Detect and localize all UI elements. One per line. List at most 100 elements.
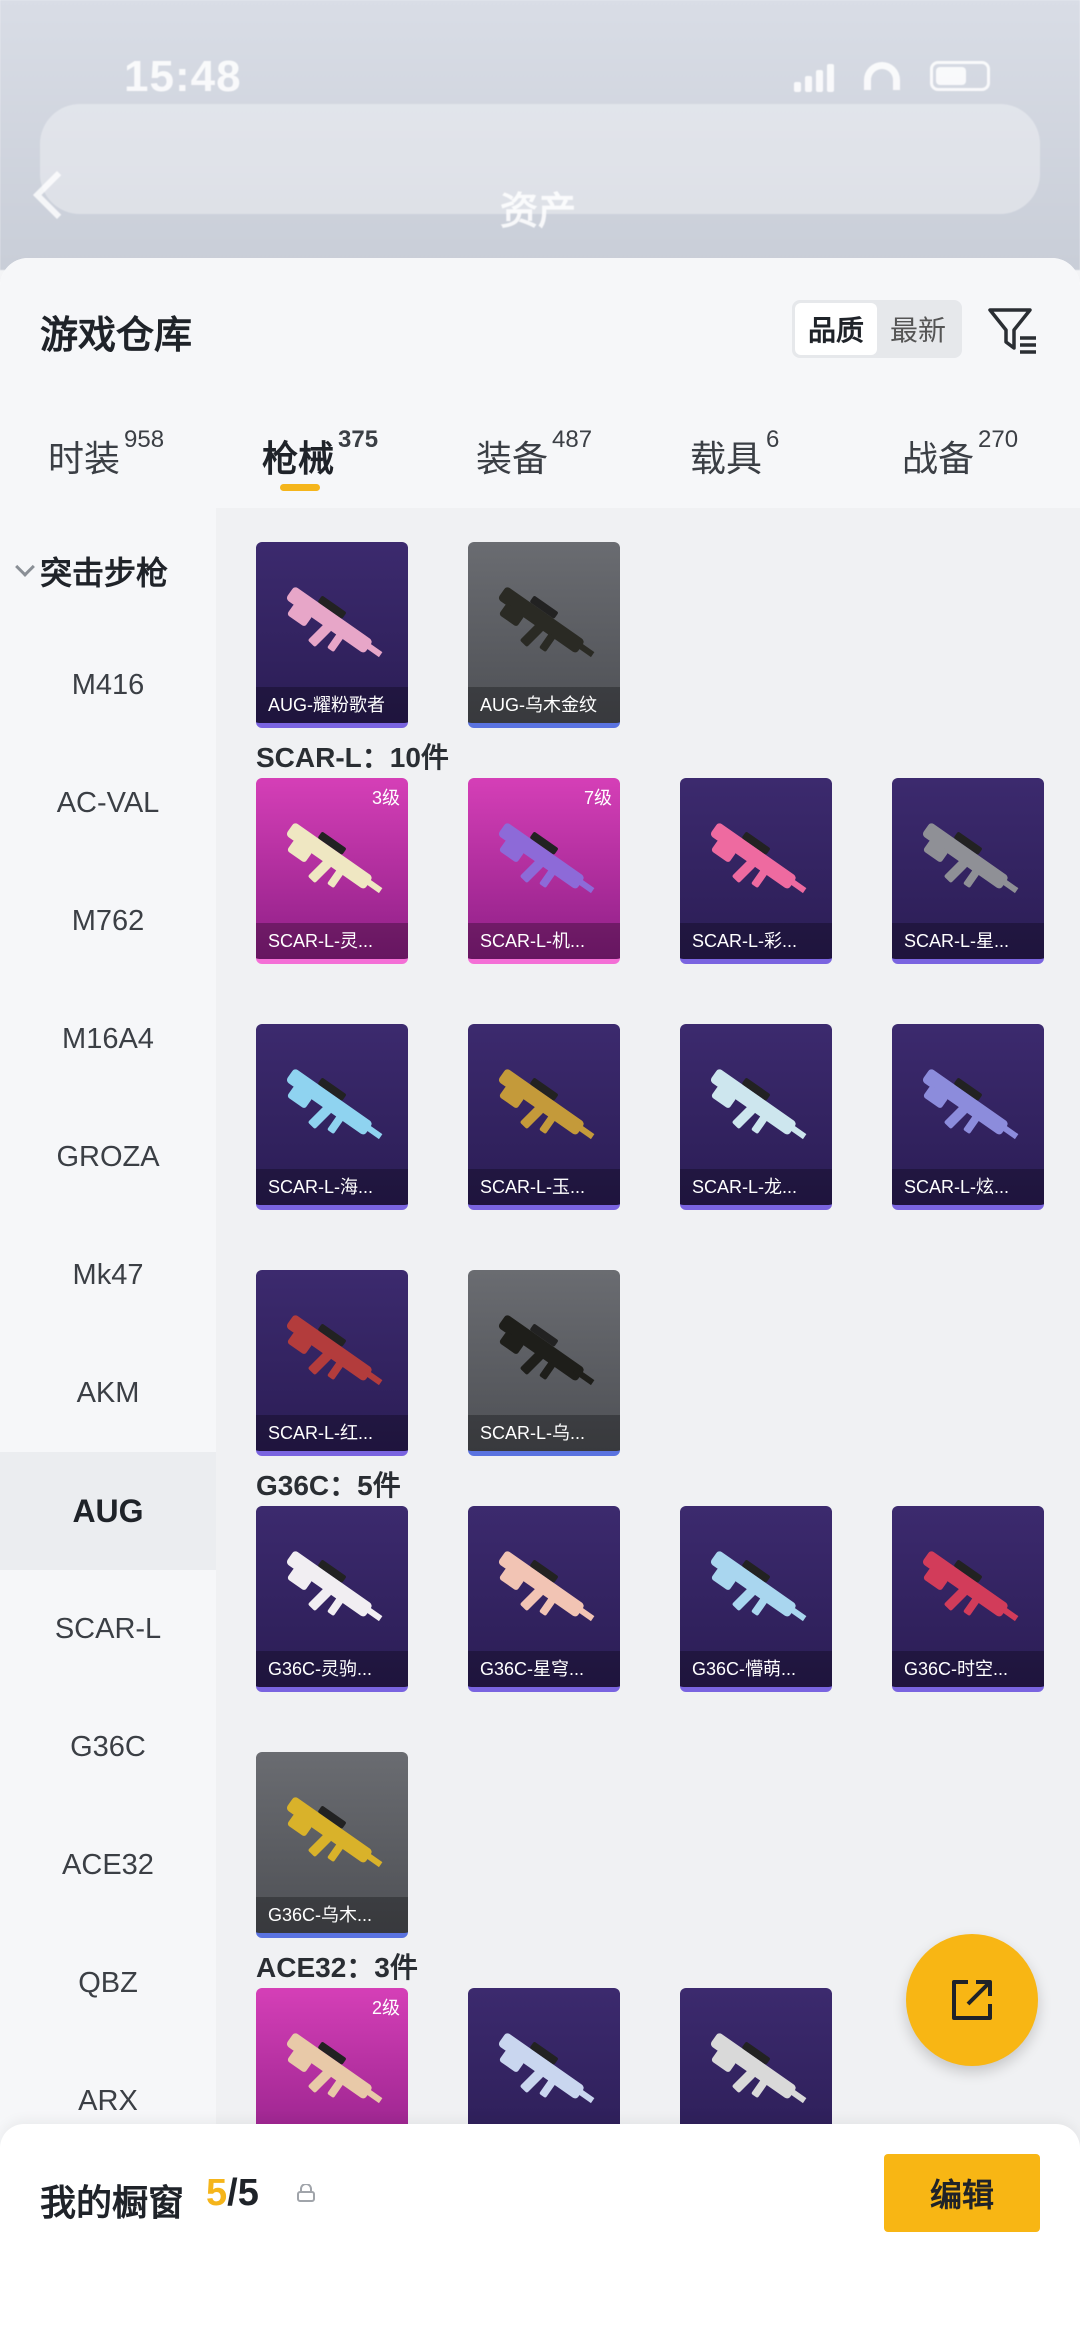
sort-newest-button[interactable]: 最新 xyxy=(877,303,959,355)
showcase-count: 5/5 xyxy=(206,2172,259,2214)
weapon-card[interactable]: G36C-懵萌... xyxy=(680,1506,832,1692)
gun-skin-icon xyxy=(498,2033,595,2104)
group-title: SCAR-L：10件 xyxy=(256,742,449,773)
gun-skin-icon xyxy=(286,587,383,658)
level-badge: 3级 xyxy=(371,788,400,808)
weapon-card[interactable]: 7级 SCAR-L-机... xyxy=(468,778,620,964)
status-icons xyxy=(794,60,990,92)
weapon-name: SCAR-L-玉... xyxy=(468,1169,620,1205)
weapon-name: SCAR-L-星... xyxy=(892,923,1044,959)
weapon-name: AUG-乌木金纹 xyxy=(468,687,620,723)
share-icon xyxy=(952,1980,992,2020)
weapon-card[interactable]: G36C-灵驹... xyxy=(256,1506,408,1692)
group-title: G36C：5件 xyxy=(256,1470,401,1501)
sort-quality-button[interactable]: 品质 xyxy=(795,303,877,355)
sidebar-item[interactable]: G36C xyxy=(0,1688,216,1806)
sidebar-item[interactable]: GROZA xyxy=(0,1098,216,1216)
share-button[interactable] xyxy=(906,1934,1038,2066)
weapon-card[interactable]: SCAR-L-彩... xyxy=(680,778,832,964)
gun-skin-icon xyxy=(710,2033,807,2104)
gun-skin-icon xyxy=(498,1551,595,1622)
gun-skin-icon xyxy=(286,823,383,894)
weapon-sidebar: 突击步枪 M416 AC-VAL M762 M16A4 GROZA Mk47 AKM AUG S… xyxy=(0,508,216,2346)
gun-skin-icon xyxy=(498,587,595,658)
sort-toggle: 品质 最新 xyxy=(792,300,962,358)
signal-icon xyxy=(794,60,834,92)
weapon-card[interactable]: 3级 SCAR-L-灵... xyxy=(256,778,408,964)
weapon-name: AUG-耀粉歌者 xyxy=(256,687,408,723)
weapon-name: G36C-时空... xyxy=(892,1651,1044,1687)
gun-skin-icon xyxy=(286,1069,383,1140)
weapon-card[interactable]: SCAR-L-星... xyxy=(892,778,1044,964)
nav-title: 资产 xyxy=(500,191,577,233)
weapon-name: SCAR-L-灵... xyxy=(256,923,408,959)
weapon-card[interactable]: G36C-时空... xyxy=(892,1506,1044,1692)
showcase-bar: 我的橱窗 5/5 编辑 xyxy=(0,2124,1080,2346)
background-header: 15:48 资产 xyxy=(0,0,1080,270)
weapon-name: G36C-乌木... xyxy=(256,1897,408,1933)
page-title: 游戏仓库 xyxy=(40,315,193,357)
level-badge: 7级 xyxy=(583,788,612,808)
weapon-card[interactable]: SCAR-L-乌... xyxy=(468,1270,620,1456)
tab-guns[interactable]: 枪械 375 xyxy=(262,426,378,482)
sidebar-item[interactable]: M16A4 xyxy=(0,980,216,1098)
weapon-name: SCAR-L-炫... xyxy=(892,1169,1044,1205)
gun-skin-icon xyxy=(710,823,807,894)
weapon-card[interactable]: AUG-耀粉歌者 xyxy=(256,542,408,728)
weapon-card[interactable]: SCAR-L-海... xyxy=(256,1024,408,1210)
weapon-card[interactable]: SCAR-L-炫... xyxy=(892,1024,1044,1210)
edit-button[interactable]: 编辑 xyxy=(884,2154,1040,2232)
tab-active-indicator xyxy=(280,484,320,491)
gun-skin-icon xyxy=(286,2033,383,2104)
battery-icon xyxy=(930,61,990,91)
weapon-card[interactable]: SCAR-L-红... xyxy=(256,1270,408,1456)
gun-skin-icon xyxy=(710,1069,807,1140)
weapon-name: G36C-星穹... xyxy=(468,1651,620,1687)
gun-skin-icon xyxy=(286,1315,383,1386)
showcase-label: 我的橱窗 xyxy=(40,2182,185,2223)
gun-skin-icon xyxy=(286,1551,383,1622)
weapon-name: G36C-灵驹... xyxy=(256,1651,408,1687)
chevron-down-icon xyxy=(15,557,35,577)
sidebar-category-header[interactable]: 突击步枪 xyxy=(15,548,169,594)
gun-skin-icon xyxy=(498,1315,595,1386)
weapon-name: SCAR-L-红... xyxy=(256,1415,408,1451)
weapon-card[interactable]: G36C-乌木... xyxy=(256,1752,408,1938)
tab-equipment[interactable]: 装备 487 xyxy=(476,426,592,482)
weapon-card[interactable]: G36C-星穹... xyxy=(468,1506,620,1692)
level-badge: 2级 xyxy=(371,1998,400,2018)
status-time: 15:48 xyxy=(124,52,242,101)
weapon-card[interactable]: AUG-乌木金纹 xyxy=(468,542,620,728)
gun-skin-icon xyxy=(922,1069,1019,1140)
sidebar-item[interactable]: Mk47 xyxy=(0,1216,216,1334)
weapon-name: G36C-懵萌... xyxy=(680,1651,832,1687)
weapon-grid: AUG-耀粉歌者 AUG-乌木金纹 SCAR-L：10件 3级 SCAR-L-灵... 7… xyxy=(216,508,1080,2346)
filter-icon[interactable] xyxy=(984,302,1040,358)
weapon-name: SCAR-L-机... xyxy=(468,923,620,959)
wifi-icon xyxy=(864,62,900,90)
gun-skin-icon xyxy=(286,1797,383,1868)
tab-fashion[interactable]: 时装 958 xyxy=(48,426,164,482)
sidebar-item[interactable]: ACE32 xyxy=(0,1806,216,1924)
sidebar-item[interactable]: M416 xyxy=(0,626,216,744)
weapon-card[interactable]: SCAR-L-龙... xyxy=(680,1024,832,1210)
group-title: ACE32：3件 xyxy=(256,1952,418,1983)
gun-skin-icon xyxy=(922,823,1019,894)
sidebar-item[interactable]: AUG xyxy=(0,1452,216,1570)
gun-skin-icon xyxy=(498,823,595,894)
weapon-card[interactable]: SCAR-L-玉... xyxy=(468,1024,620,1210)
sidebar-item[interactable]: AC-VAL xyxy=(0,744,216,862)
sidebar-item[interactable]: AKM xyxy=(0,1334,216,1452)
sidebar-item[interactable]: M762 xyxy=(0,862,216,980)
lock-icon xyxy=(297,2184,315,2202)
weapon-name: SCAR-L-海... xyxy=(256,1169,408,1205)
weapon-name: SCAR-L-乌... xyxy=(468,1415,620,1451)
tab-supplies[interactable]: 战备 270 xyxy=(902,426,1018,482)
tab-vehicles[interactable]: 载具 6 xyxy=(690,426,779,482)
sidebar-category-label: 突击步枪 xyxy=(40,555,169,591)
category-tabs: 时装 958 枪械 375 装备 487 载具 6 战备 270 xyxy=(0,408,1080,508)
gun-skin-icon xyxy=(498,1069,595,1140)
weapon-name: SCAR-L-彩... xyxy=(680,923,832,959)
sidebar-item[interactable]: QBZ xyxy=(0,1924,216,2042)
sidebar-item[interactable]: SCAR-L xyxy=(0,1570,216,1688)
